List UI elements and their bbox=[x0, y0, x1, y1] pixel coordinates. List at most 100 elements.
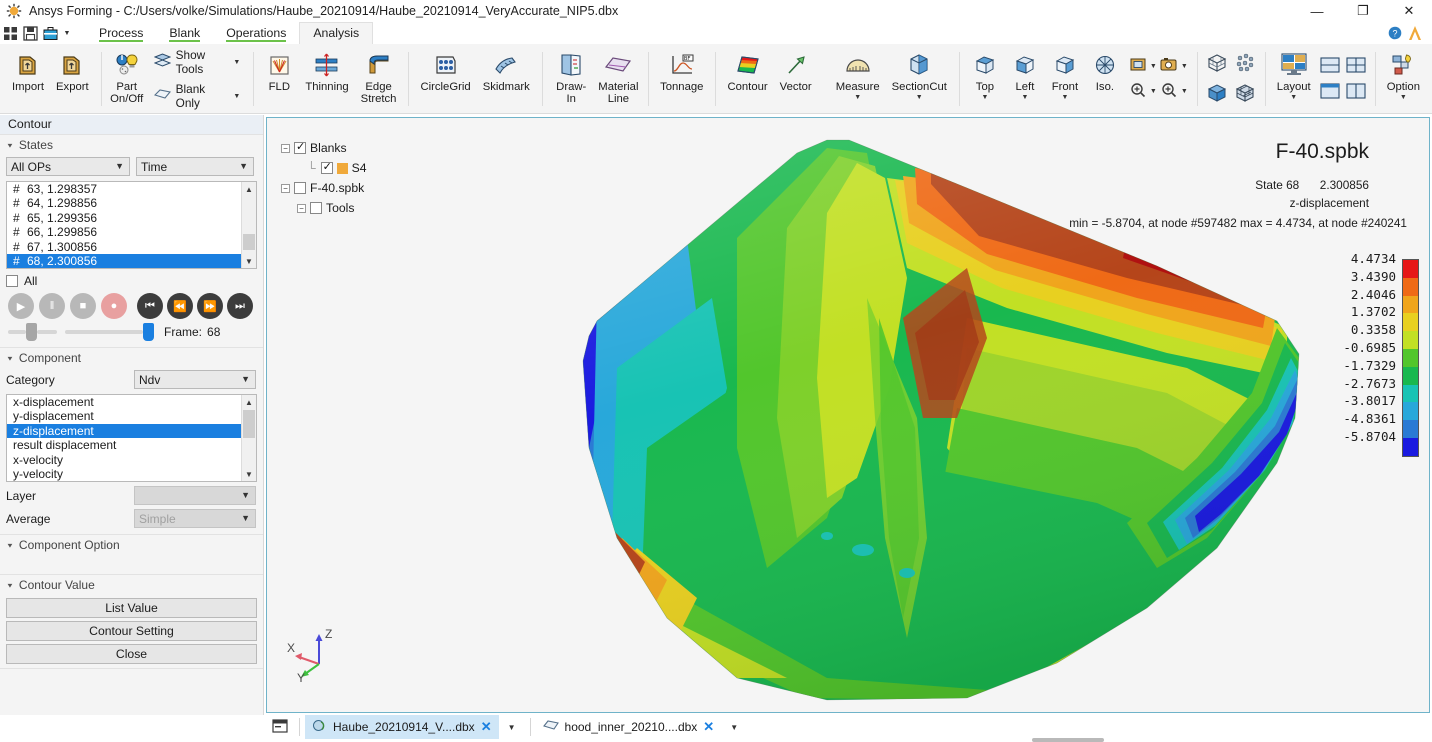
contour-setting-button[interactable]: Contour Setting bbox=[6, 621, 257, 641]
list-item[interactable]: y-velocity bbox=[7, 467, 256, 481]
tree-item-blanks[interactable]: − Blanks bbox=[281, 138, 367, 158]
close-button[interactable]: ✕ bbox=[1386, 0, 1432, 22]
list-item[interactable]: #66, 1.299856 bbox=[7, 225, 256, 239]
tonnage-button[interactable]: BF Tonnage bbox=[654, 46, 709, 112]
view-front-button[interactable]: Front ▼ bbox=[1045, 46, 1085, 112]
layout-caret[interactable]: ▼ bbox=[1290, 94, 1297, 101]
layout-button[interactable]: Layout ▼ bbox=[1271, 46, 1317, 112]
f40-checkbox[interactable] bbox=[294, 182, 306, 194]
viewport[interactable]: − Blanks └ S4 − F-40.spbk − Tools F bbox=[266, 117, 1430, 713]
tools-checkbox[interactable] bbox=[310, 202, 322, 214]
list-value-button[interactable]: List Value bbox=[6, 598, 257, 618]
document-tab-caret[interactable]: ▼ bbox=[730, 723, 738, 732]
last-frame-button[interactable]: ⏭ bbox=[227, 293, 253, 319]
skidmark-button[interactable]: Skidmark bbox=[477, 46, 536, 112]
draw-in-button[interactable]: Draw-In bbox=[548, 46, 595, 112]
expander-icon[interactable]: − bbox=[281, 184, 290, 193]
show-tools-button[interactable]: Show Tools ▼ bbox=[149, 45, 246, 79]
view-front-caret[interactable]: ▼ bbox=[1061, 94, 1068, 101]
help-circle-icon[interactable]: ? bbox=[1388, 26, 1402, 43]
scroll-down-arrow-icon[interactable]: ▼ bbox=[242, 254, 256, 268]
list-item[interactable]: result displacement bbox=[7, 438, 256, 452]
tree-item-f40-spbk[interactable]: − F-40.spbk bbox=[281, 178, 367, 198]
tab-process[interactable]: Process bbox=[86, 22, 156, 44]
view-top-caret[interactable]: ▼ bbox=[981, 94, 988, 101]
prev-frame-button[interactable]: ⏪ bbox=[167, 293, 193, 319]
view-left-caret[interactable]: ▼ bbox=[1021, 94, 1028, 101]
material-line-button[interactable]: Material Line bbox=[595, 46, 642, 112]
part-onoff-button[interactable]: Part On/Off bbox=[107, 46, 147, 112]
layout-quad-split-icon[interactable] bbox=[1345, 56, 1367, 77]
play-button[interactable]: ▶ bbox=[8, 293, 34, 319]
speed-slider-track-right[interactable] bbox=[37, 330, 57, 334]
scrollbar-thumb[interactable] bbox=[243, 410, 255, 438]
view-left-button[interactable]: Left ▼ bbox=[1005, 46, 1045, 112]
sectioncut-caret[interactable]: ▼ bbox=[916, 94, 923, 101]
list-item[interactable]: x-displacement bbox=[7, 395, 256, 409]
blank-only-caret[interactable]: ▼ bbox=[233, 93, 240, 100]
sectioncut-button[interactable]: SectionCut ▼ bbox=[886, 46, 953, 112]
list-item[interactable]: #67, 1.300856 bbox=[7, 240, 256, 254]
document-tab-close-icon[interactable]: ✕ bbox=[481, 719, 492, 735]
states-list[interactable]: #63, 1.298357 #64, 1.298856 #65, 1.29935… bbox=[6, 181, 257, 269]
circlegrid-button[interactable]: CircleGrid bbox=[414, 46, 476, 112]
minimize-button[interactable]: — bbox=[1294, 0, 1340, 22]
stop-button[interactable]: ■ bbox=[70, 293, 96, 319]
show-tools-caret[interactable]: ▼ bbox=[233, 59, 240, 66]
speed-slider-thumb[interactable] bbox=[26, 323, 37, 341]
layout-single-icon[interactable] bbox=[1319, 82, 1341, 103]
states-section-header[interactable]: ▼ States bbox=[0, 135, 263, 155]
category-select[interactable]: Ndv ▼ bbox=[134, 370, 256, 389]
first-frame-button[interactable]: ⏮ bbox=[137, 293, 163, 319]
scroll-down-arrow-icon[interactable]: ▼ bbox=[242, 467, 256, 481]
op-filter-select[interactable]: All OPs ▼ bbox=[6, 157, 130, 176]
expander-icon[interactable]: − bbox=[281, 144, 290, 153]
scrollbar-thumb[interactable] bbox=[243, 234, 255, 250]
layout-horizontal-split-icon[interactable] bbox=[1319, 56, 1341, 77]
mesh-dense-cube-icon[interactable] bbox=[1233, 51, 1257, 78]
contour-value-header[interactable]: ▼ Contour Value bbox=[0, 575, 263, 595]
layout-vertical-split-icon[interactable] bbox=[1345, 82, 1367, 103]
list-item[interactable]: x-velocity bbox=[7, 453, 256, 467]
list-item-selected[interactable]: #68, 2.300856 bbox=[7, 254, 256, 268]
option-caret[interactable]: ▼ bbox=[1400, 94, 1407, 101]
component-option-header[interactable]: ▼ Component Option bbox=[0, 535, 263, 555]
window-panel-icon[interactable] bbox=[272, 719, 288, 736]
component-section-header[interactable]: ▼ Component bbox=[0, 348, 263, 368]
document-tab-haube[interactable]: Haube_20210914_V....dbx ✕ bbox=[305, 715, 499, 739]
blanks-checkbox[interactable] bbox=[294, 142, 306, 154]
tab-analysis[interactable]: Analysis bbox=[299, 22, 373, 44]
document-tab-caret[interactable]: ▼ bbox=[508, 723, 516, 732]
list-item[interactable]: #65, 1.299356 bbox=[7, 211, 256, 225]
zoom-select-caret[interactable]: ▼ bbox=[1181, 88, 1188, 95]
frame-slider-track[interactable] bbox=[65, 330, 143, 334]
component-scrollbar[interactable]: ▲ ▼ bbox=[241, 395, 256, 481]
snapshot-icon[interactable] bbox=[1159, 56, 1179, 77]
pause-button[interactable]: ‖ bbox=[39, 293, 65, 319]
fit-window-caret[interactable]: ▼ bbox=[1150, 63, 1157, 70]
record-button[interactable]: ● bbox=[101, 293, 127, 319]
vector-button[interactable]: Vector bbox=[774, 46, 818, 112]
edge-stretch-button[interactable]: Edge Stretch bbox=[355, 46, 403, 112]
quick-access-overflow-caret[interactable]: ▼ bbox=[60, 23, 74, 43]
list-item[interactable]: y-displacement bbox=[7, 409, 256, 423]
close-panel-button[interactable]: Close bbox=[6, 644, 257, 664]
snapshot-caret[interactable]: ▼ bbox=[1181, 63, 1188, 70]
measure-button[interactable]: Measure ▼ bbox=[830, 46, 886, 112]
component-list[interactable]: x-displacement y-displacement z-displace… bbox=[6, 394, 257, 482]
tree-item-tools[interactable]: − Tools bbox=[281, 198, 367, 218]
tree-item-s4[interactable]: └ S4 bbox=[281, 158, 367, 178]
blank-only-button[interactable]: Blank Only ▼ bbox=[149, 79, 246, 113]
horizontal-scrollbar[interactable] bbox=[1032, 738, 1104, 742]
zoom-in-icon[interactable] bbox=[1128, 81, 1148, 102]
mesh-wire-cube-icon[interactable] bbox=[1205, 51, 1229, 78]
states-scrollbar[interactable]: ▲ ▼ bbox=[241, 182, 256, 268]
contour-button[interactable]: Contour bbox=[721, 46, 773, 112]
project-icon[interactable] bbox=[40, 23, 60, 43]
measure-caret[interactable]: ▼ bbox=[854, 94, 861, 101]
all-states-checkbox[interactable] bbox=[6, 275, 18, 287]
tab-blank[interactable]: Blank bbox=[156, 22, 213, 44]
solid-cube-icon[interactable] bbox=[1205, 81, 1229, 108]
option-button[interactable]: Option ▼ bbox=[1381, 46, 1426, 112]
layer-select[interactable]: ▼ bbox=[134, 486, 256, 505]
